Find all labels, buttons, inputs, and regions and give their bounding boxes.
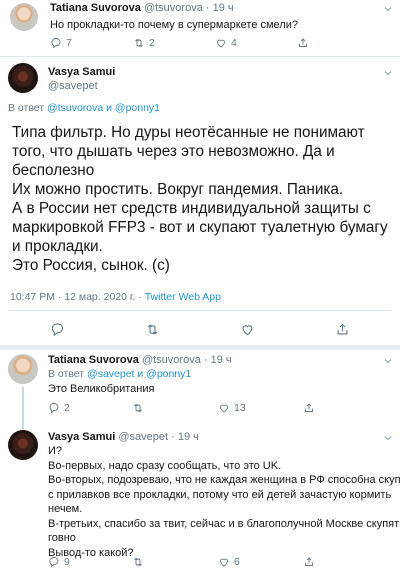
tweet-3[interactable]: Tatiana Suvorova @tsuvorova · 19 ч В отв… [0,351,400,431]
chevron-down-icon[interactable] [382,67,394,79]
share-icon[interactable] [303,402,315,414]
tweet-text: Но прокладки-то почему в супермаркете см… [50,19,298,31]
retweet-icon[interactable] [145,322,160,337]
text-line: Во-вторых, подозреваю, что не каждая жен… [48,474,400,486]
author-handle[interactable]: @tsuvorova [144,2,203,14]
text-line: Типа фильтр. Но дуры неотёсанные не пони… [12,124,365,141]
tweet-time[interactable]: 19 ч [213,2,234,14]
like-icon[interactable] [218,556,230,568]
source-link[interactable]: Twitter Web App [145,291,221,303]
retweet-icon[interactable] [133,37,145,49]
section-gap [0,345,400,350]
like-count: 13 [234,402,246,414]
reply-count: 2 [64,402,70,414]
avatar[interactable] [8,63,38,93]
reply-to-link[interactable]: @tsuvorova и @ponny1 [47,102,160,114]
text-line: говно [48,532,76,544]
text-line: бесполезно [12,162,95,179]
text-line: Во-первых, надо сразу сообщать, что это … [48,459,282,472]
author-name[interactable]: Vasya Samui [48,66,115,78]
text-line: того, что дышать через это невозможно. Д… [12,143,335,160]
author-name[interactable]: Vasya Samui [48,431,115,443]
reply-prefix: В ответ [8,102,45,114]
divider [8,310,392,311]
text-line: И? [48,445,63,457]
chevron-down-icon[interactable] [382,432,394,444]
like-icon[interactable] [218,402,230,414]
like-icon[interactable] [215,37,227,49]
reply-prefix: В ответ [48,368,85,380]
chevron-down-icon[interactable] [382,3,394,15]
reply-icon[interactable] [48,556,60,568]
share-icon[interactable] [335,322,350,337]
reply-count: 9 [64,556,70,568]
tweet-text: Это Великобритания [48,383,155,395]
text-line: нечем. [48,503,83,515]
author-handle[interactable]: @savepet [118,431,168,443]
author-name[interactable]: Tatiana Suvorova [48,354,139,366]
retweet-count: 2 [149,37,155,49]
text-line: маркировкой FFP3 - вот и скупают туалетн… [12,219,388,236]
text-line: Их можно простить. Вокруг пандемия. Пани… [12,181,344,198]
share-icon[interactable] [303,556,315,568]
retweet-icon[interactable] [132,556,144,568]
author-name[interactable]: Tatiana Suvorova [50,2,141,14]
text-line: А в России нет средств индивидуальной за… [12,200,371,217]
avatar[interactable] [8,354,38,384]
text-line: В-третьих, спасибо за твит, сейчас и в б… [48,517,400,530]
tweet-1[interactable]: Tatiana Suvorova @tsuvorova · 19 ч Но пр… [0,0,400,57]
retweet-icon[interactable] [132,402,144,414]
reply-icon[interactable] [50,322,65,337]
like-count: 4 [231,37,237,49]
text-line: с прилавков все прокладки, потому что ей… [48,488,392,501]
reply-icon[interactable] [50,37,62,49]
reply-to-link[interactable]: @savepet и @ponny1 [87,368,191,380]
separator: · [205,2,210,14]
reply-icon[interactable] [48,402,60,414]
tweet-4[interactable]: Vasya Samui @savepet · 19 ч И? Во-первых… [0,425,400,571]
author-handle[interactable]: @tsuvorova [142,354,201,366]
tweet-time[interactable]: 19 ч [211,354,232,366]
like-count: 6 [234,556,240,568]
like-icon[interactable] [240,322,255,337]
main-tweet: Vasya Samui @savepet В ответ @tsuvorova … [0,57,400,347]
text-line: Это Россия, сынок. (с) [12,257,170,274]
tweet-text: И? Во-первых, надо сразу сообщать, что э… [48,444,400,560]
author-handle[interactable]: @savepet [48,80,98,92]
avatar[interactable] [8,430,38,460]
chevron-down-icon[interactable] [382,355,394,367]
timestamp[interactable]: 10:47 PM · 12 мар. 2020 г. · [10,291,145,303]
text-line: и прокладки. [12,238,103,255]
separator: · [203,354,208,366]
tweet-time[interactable]: 19 ч [178,431,199,443]
share-icon[interactable] [297,37,309,49]
separator: · [171,431,175,443]
avatar[interactable] [10,3,38,31]
tweet-text: Типа фильтр. Но дуры неотёсанные не пони… [12,123,392,275]
reply-count: 7 [66,37,72,49]
